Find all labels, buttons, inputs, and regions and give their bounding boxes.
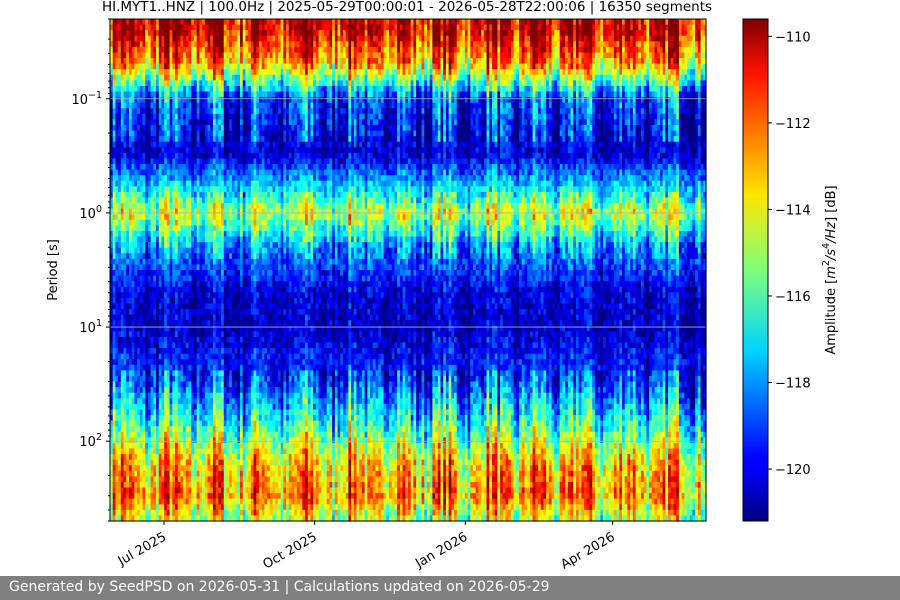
psd-chart: HI.MYT1..HNZ | 100.0Hz | 2025-05-29T00:0… — [0, 0, 900, 576]
spectrogram-area — [110, 19, 707, 522]
chart-title: HI.MYT1..HNZ | 100.0Hz | 2025-05-29T00:0… — [102, 0, 712, 15]
